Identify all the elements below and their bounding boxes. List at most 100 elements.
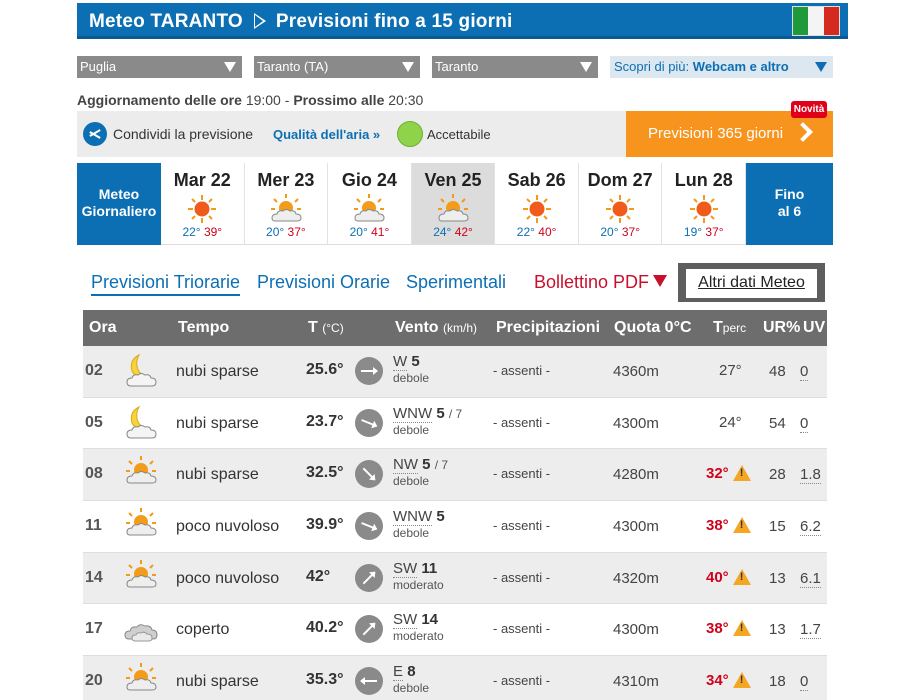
sun-icon	[517, 193, 557, 225]
row-tempo: poco nuvoloso	[176, 518, 280, 536]
tab-sperimentali[interactable]: Sperimentali	[406, 272, 506, 293]
row-temperature: 42°	[306, 567, 331, 585]
meteo-giornaliero-button[interactable]: Meteo Giornaliero	[77, 163, 161, 245]
share-icon[interactable]	[83, 122, 107, 146]
sun-cloud-icon	[121, 559, 161, 597]
chevron-down-icon	[815, 62, 827, 72]
wind-speed: 5	[436, 404, 445, 422]
wind-gust: / 7	[434, 458, 449, 473]
row-wind: WNW 5 / 7 debole	[393, 404, 462, 437]
day-card[interactable]: Lun 28 19° 37°	[662, 163, 747, 244]
fino-al-6-button[interactable]: Fino al 6	[746, 163, 833, 245]
row-tperc: 24°	[719, 414, 742, 431]
row-precipitazioni: - assenti -	[493, 518, 551, 534]
italy-flag-icon[interactable]	[792, 6, 840, 36]
day-max-temp: 37°	[287, 225, 306, 239]
city-select-value: Taranto	[435, 59, 479, 74]
wind-direction-icon	[349, 609, 389, 650]
row-uv[interactable]: 6.2	[800, 518, 821, 537]
tperc-value: 34°	[706, 672, 729, 690]
row-ur: 13	[769, 569, 786, 587]
wind-desc: debole	[393, 474, 430, 489]
tab-bollettino-pdf[interactable]: Bollettino PDF	[534, 272, 668, 293]
update-label: Aggiornamento delle ore	[77, 92, 242, 108]
title-city: Meteo TARANTO	[89, 11, 243, 32]
day-name: Sab 26	[507, 170, 566, 190]
caret-down-icon	[653, 275, 668, 287]
next-update-time: 20:30	[388, 92, 424, 108]
region-select[interactable]: Puglia	[77, 56, 242, 78]
day-card[interactable]: Sab 26 22° 40°	[495, 163, 579, 244]
row-ora: 08	[85, 465, 103, 483]
region-select-value: Puglia	[80, 59, 117, 74]
row-uv[interactable]: 1.7	[800, 621, 821, 640]
wind-desc: debole	[393, 526, 430, 541]
previsioni-365-label: Previsioni 365 giorni	[648, 125, 784, 142]
altri-dati-meteo-button[interactable]: Altri dati Meteo	[678, 263, 825, 302]
warning-icon[interactable]	[732, 465, 751, 482]
page-title: Meteo TARANTO Previsioni fino a 15 giorn…	[89, 11, 513, 33]
row-uv[interactable]: 0	[800, 673, 809, 692]
day-card[interactable]: Mer 23 20° 37°	[245, 163, 329, 244]
air-quality-link[interactable]: Qualità dell'aria »	[273, 127, 380, 142]
wind-direction-icon	[350, 404, 388, 441]
day-max-temp: 39°	[203, 225, 223, 239]
row-uv[interactable]: 1.8	[800, 466, 821, 485]
row-quota: 4360m	[613, 363, 659, 380]
day-max-temp: 40°	[538, 225, 557, 239]
day-min-temp: 20°	[349, 225, 368, 239]
tperc-value: 38°	[706, 517, 729, 535]
day-card[interactable]: Dom 27 20° 37°	[579, 163, 663, 244]
row-ur: 28	[769, 466, 786, 484]
sun-cloud-icon	[121, 507, 161, 545]
day-max-temp: 41°	[371, 225, 390, 239]
bollettino-pdf-label: Bollettino PDF	[534, 272, 650, 292]
moon-cloud-icon	[121, 352, 161, 390]
wind-speed: 5	[422, 456, 431, 474]
day-card[interactable]: Mar 22 22° 39°	[161, 163, 245, 244]
day-card[interactable]: Ven 25 24° 42°	[411, 163, 496, 244]
tab-previsioni-triorarie[interactable]: Previsioni Triorarie	[91, 272, 241, 296]
sun-cloud-icon	[121, 662, 161, 700]
day-min-temp: 20°	[266, 225, 285, 239]
row-uv[interactable]: 6.1	[800, 570, 821, 588]
warning-icon[interactable]	[732, 672, 751, 689]
row-tperc: 34°	[706, 672, 751, 689]
row-temperature: 40.2°	[306, 619, 344, 637]
update-time: 19:00	[245, 92, 281, 108]
header-tperc-t: T	[713, 319, 723, 336]
sun-cloud-icon	[121, 455, 161, 493]
row-wind: SW 11 moderato	[393, 559, 444, 592]
day-temps: 24° 42°	[412, 225, 495, 239]
wind-desc: debole	[393, 681, 430, 696]
warning-icon[interactable]	[732, 568, 751, 585]
cloud-icon	[121, 610, 161, 648]
row-ur: 54	[769, 414, 786, 432]
row-uv[interactable]: 0	[800, 415, 809, 433]
title-subtitle: Previsioni fino a 15 giorni	[275, 11, 513, 32]
row-quota: 4300m	[613, 414, 659, 432]
scopri-select[interactable]: Scopri di più: Webcam e altro	[610, 56, 833, 78]
moon-cloud-icon	[121, 404, 161, 442]
row-wind: WNW 5 debole	[393, 508, 445, 540]
tperc-value: 24°	[719, 413, 742, 431]
header-uv: UV	[803, 319, 826, 336]
wind-desc: debole	[393, 422, 430, 437]
sun-icon	[600, 193, 640, 225]
province-select[interactable]: Taranto (TA)	[254, 56, 420, 78]
header-vento-unit: (km/h)	[443, 321, 478, 335]
tab-previsioni-orarie[interactable]: Previsioni Orarie	[257, 272, 390, 293]
row-tempo: nubi sparse	[176, 414, 259, 432]
row-temperature: 35.3°	[306, 671, 344, 689]
header-tempo: Tempo	[178, 319, 230, 336]
warning-icon[interactable]	[732, 517, 751, 534]
day-temps: 20° 37°	[579, 225, 662, 239]
warning-icon[interactable]	[732, 620, 751, 637]
wind-desc: moderato	[393, 577, 444, 592]
day-temps: 19° 37°	[662, 225, 745, 239]
fino-line1: Fino	[774, 186, 805, 202]
day-card[interactable]: Gio 24 20° 41°	[328, 163, 412, 244]
row-uv[interactable]: 0	[800, 363, 809, 381]
city-select[interactable]: Taranto	[432, 56, 598, 78]
share-link[interactable]: Condividi la previsione	[113, 126, 253, 142]
